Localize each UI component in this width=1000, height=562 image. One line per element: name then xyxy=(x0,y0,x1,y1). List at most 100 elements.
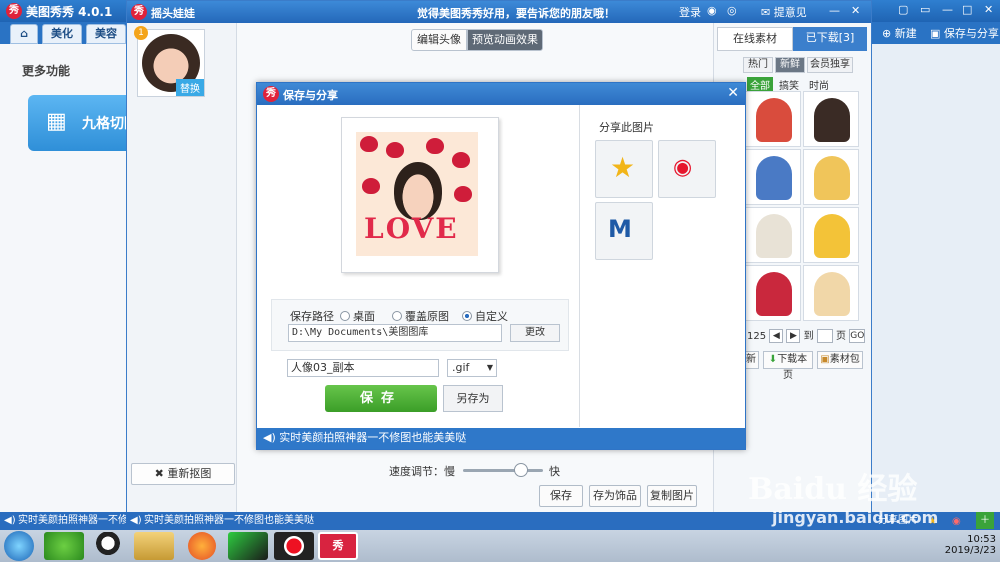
filename-input[interactable]: 人像03_副本 xyxy=(287,359,439,377)
save-as-decoration-button[interactable]: 存为饰品 xyxy=(589,485,641,507)
qzone-star-icon: ★ xyxy=(610,151,636,184)
qq-icon[interactable] xyxy=(88,532,128,560)
radio-desktop[interactable]: 桌面 xyxy=(340,308,375,324)
tab-online-materials[interactable]: 在线素材 xyxy=(717,27,793,51)
material-thumb[interactable] xyxy=(745,207,801,263)
subcat-fashion[interactable]: 时尚 xyxy=(809,77,829,92)
app-360-icon[interactable] xyxy=(44,532,84,560)
new-label: 新建 xyxy=(894,27,917,40)
status-ad-text[interactable]: 实时美颜拍照神器一不修图也能美美哒 xyxy=(18,512,126,529)
material-figure xyxy=(756,98,792,142)
tab-beautify[interactable]: 美化 xyxy=(42,24,82,44)
app-title: 美图秀秀 4.0.1 xyxy=(26,5,113,19)
save-path-input[interactable]: D:\My Documents\美图图库 xyxy=(288,324,502,342)
edit-avatar-tab[interactable]: 编辑头像 xyxy=(411,29,467,51)
speed-label: 速度调节：慢 xyxy=(389,465,455,478)
close-icon[interactable]: ✕ xyxy=(851,4,860,17)
status-ad-text-2[interactable]: 实时美颜拍照神器一不修图也能美美哒 xyxy=(144,512,314,529)
extension-select[interactable]: .gif ▼ xyxy=(447,359,497,377)
add-icon[interactable]: ＋ xyxy=(976,512,994,529)
home-tab[interactable]: ⌂ xyxy=(10,24,38,44)
save-button[interactable]: 保存 xyxy=(539,485,583,507)
go-button[interactable]: GO xyxy=(849,329,866,343)
menu-icon[interactable]: ▢ xyxy=(898,3,908,16)
heart-icon xyxy=(360,136,378,152)
home-icon: ⌂ xyxy=(20,27,28,40)
meitu-taskbar-icon[interactable]: 秀 xyxy=(318,532,358,560)
material-thumb[interactable] xyxy=(745,265,801,321)
grid-icon: ▦ xyxy=(46,109,67,134)
material-thumb[interactable] xyxy=(803,207,859,263)
radio-label: 桌面 xyxy=(353,310,375,323)
avatar-thumbnail[interactable]: 1 替换 xyxy=(134,26,205,97)
save-confirm-button[interactable]: 保存 xyxy=(325,385,437,412)
dialog-footer[interactable]: ◀) 实时美颜拍照神器一不修图也能美美哒 xyxy=(257,428,745,449)
material-figure xyxy=(756,272,792,316)
recorder-icon[interactable] xyxy=(274,532,314,560)
qq-icon[interactable]: ◉ xyxy=(707,4,717,17)
tab-beauty[interactable]: 美容 xyxy=(86,24,126,44)
page-input[interactable] xyxy=(816,329,833,343)
start-button[interactable] xyxy=(4,531,34,561)
tab-downloaded[interactable]: 已下载[3] xyxy=(793,27,867,51)
clock-time: 10:53 xyxy=(967,534,996,545)
close-icon[interactable]: ✕ xyxy=(984,3,993,16)
share-weibo-button[interactable]: ◉ xyxy=(658,140,716,198)
next-page-icon[interactable]: ▶ xyxy=(786,329,801,343)
maximize-icon[interactable]: □ xyxy=(962,3,972,16)
share-renren-button[interactable]: M xyxy=(595,202,653,260)
pill-new[interactable]: 新鲜 xyxy=(775,57,805,73)
material-thumb[interactable] xyxy=(803,149,859,205)
speed-slider[interactable] xyxy=(463,469,543,472)
media-player-icon[interactable] xyxy=(228,532,268,560)
save-icon: ▣ xyxy=(930,27,941,40)
download-page-button[interactable]: ⬇下载本页 xyxy=(763,351,813,381)
change-path-button[interactable]: 更改 xyxy=(510,324,560,342)
close-icon[interactable]: ✕ xyxy=(727,85,739,101)
speed-slider-thumb[interactable] xyxy=(513,463,528,477)
material-pack-label: 素材包 xyxy=(829,354,860,365)
material-thumb[interactable] xyxy=(803,91,859,147)
subcat-funny[interactable]: 搞笑 xyxy=(779,77,799,92)
material-figure xyxy=(756,214,792,258)
material-pack-button[interactable]: ▣素材包 xyxy=(817,351,863,369)
copy-image-button[interactable]: 复制图片 xyxy=(647,485,697,507)
firefox-icon[interactable] xyxy=(188,532,216,560)
speed-fast-label: 快 xyxy=(549,465,560,478)
minimize-icon[interactable]: — xyxy=(942,3,953,16)
save-as-button[interactable]: 另存为 xyxy=(443,385,503,412)
weibo-icon[interactable]: ◎ xyxy=(727,4,737,17)
settings-icon[interactable]: ▭ xyxy=(920,3,930,16)
plus-icon: ⊕ xyxy=(882,27,892,40)
radio-overwrite[interactable]: 覆盖原图 xyxy=(392,308,449,324)
new-button[interactable]: ⊕ 新建 xyxy=(882,25,917,41)
subcat-all[interactable]: 全部 xyxy=(747,77,773,92)
watermark-url: jingyan.baidu.com xyxy=(772,508,939,527)
material-thumb[interactable] xyxy=(745,149,801,205)
weibo-icon[interactable]: ◉ xyxy=(952,513,961,530)
feedback-link[interactable]: ✉ 提意见 xyxy=(761,4,807,20)
system-clock[interactable]: 10:53 2019/3/23 xyxy=(936,534,996,556)
share-qzone-button[interactable]: ★ xyxy=(595,140,653,198)
save-share-button[interactable]: ▣ 保存与分享 xyxy=(930,25,999,41)
pill-vip[interactable]: 会员独享 xyxy=(807,57,853,73)
preview-animation-tab[interactable]: 预览动画效果 xyxy=(467,29,543,51)
prev-page-icon[interactable]: ◀ xyxy=(769,329,784,343)
material-thumb[interactable] xyxy=(803,265,859,321)
meitu-logo-icon: 秀 xyxy=(6,3,22,19)
love-text: LOVE xyxy=(364,212,459,245)
login-link[interactable]: 登录 xyxy=(679,4,701,20)
material-thumb[interactable] xyxy=(745,91,801,147)
minimize-icon[interactable]: — xyxy=(829,4,840,17)
weibo-icon: ◉ xyxy=(673,155,693,180)
x-icon: ✖ xyxy=(154,467,164,480)
meitu-logo-icon: 秀 xyxy=(131,4,147,20)
radio-custom[interactable]: 自定义 xyxy=(462,308,508,324)
nine-grid-button[interactable]: ▦ 九格切图 xyxy=(28,95,138,151)
replace-button[interactable]: 替换 xyxy=(176,79,204,96)
recutout-button[interactable]: ✖ 重新抠图 xyxy=(131,463,235,485)
material-figure xyxy=(814,214,850,258)
pill-hot[interactable]: 热门 xyxy=(743,57,773,73)
material-figure xyxy=(756,156,792,200)
file-explorer-icon[interactable] xyxy=(134,532,174,560)
